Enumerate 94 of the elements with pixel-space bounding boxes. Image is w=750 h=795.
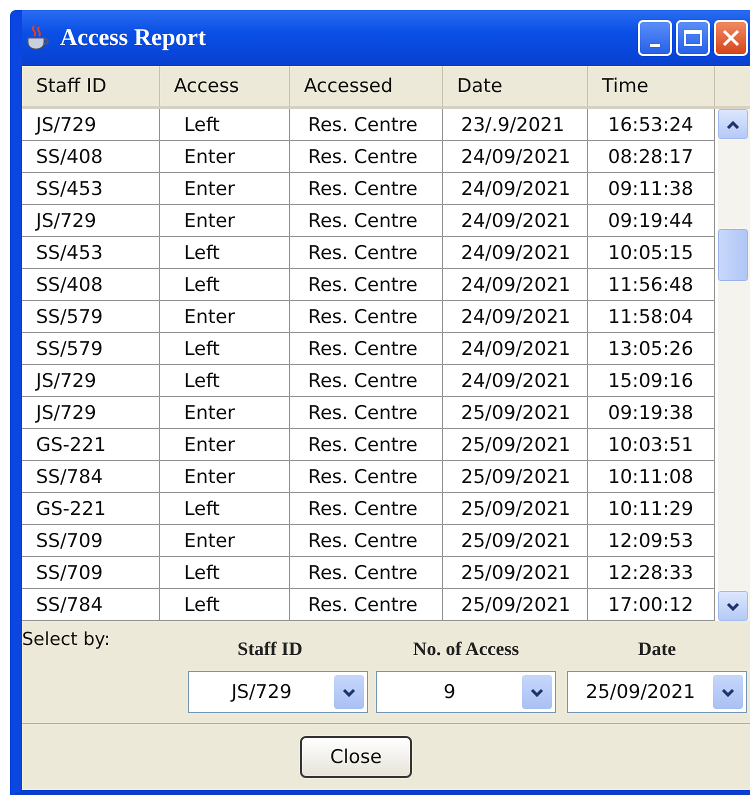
table-cell: 25/09/2021 [443,397,588,429]
table-cell: SS/579 [22,301,160,333]
table-cell: Res. Centre [290,365,443,397]
table-cell: JS/729 [22,109,160,141]
table-cell: 25/09/2021 [443,461,588,493]
table-cell: 24/09/2021 [443,173,588,205]
table-cell: Res. Centre [290,589,443,621]
close-icon [721,28,741,48]
table-cell: GS-221 [22,493,160,525]
table-cell: Left [160,333,290,365]
table-cell: Res. Centre [290,173,443,205]
table-cell: Res. Centre [290,333,443,365]
dropdown[interactable]: JS/729 [188,671,368,713]
table-cell: Enter [160,525,290,557]
dropdown[interactable]: 9 [376,671,556,713]
filter-label: Date [638,638,676,661]
table-cell: Res. Centre [290,493,443,525]
table-cell: Res. Centre [290,557,443,589]
table-cell: SS/408 [22,269,160,301]
table-cell: Res. Centre [290,461,443,493]
table-cell: Res. Centre [290,269,443,301]
maximize-button[interactable] [676,20,710,56]
minimize-button[interactable] [638,20,672,56]
table-cell: SS/408 [22,141,160,173]
table-cell: Enter [160,429,290,461]
scroll-down-button[interactable] [718,591,748,621]
table-cell: Left [160,493,290,525]
table-cell: Left [160,365,290,397]
column-header[interactable]: Accessed [290,66,443,109]
table-cell: GS-221 [22,429,160,461]
table-cell: SS/453 [22,237,160,269]
table-cell: 25/09/2021 [443,557,588,589]
table-cell: Res. Centre [290,109,443,141]
scroll-up-button[interactable] [718,109,748,139]
table-cell: SS/579 [22,333,160,365]
chevron-down-icon [342,688,356,696]
table-cell: JS/729 [22,397,160,429]
chevron-down-icon [530,688,544,696]
chevron-down-icon [726,602,740,610]
table-cell: Left [160,109,290,141]
table-cell: 24/09/2021 [443,269,588,301]
table-cell: 25/09/2021 [443,493,588,525]
table-cell: Res. Centre [290,429,443,461]
table-cell: Enter [160,301,290,333]
table-cell: Enter [160,173,290,205]
table-cell: Enter [160,397,290,429]
chevron-up-icon [726,120,740,128]
close-button[interactable]: Close [300,736,412,778]
window-title: Access Report [60,24,206,52]
table-cell: Res. Centre [290,301,443,333]
table-cell: Enter [160,141,290,173]
column-header[interactable]: Staff ID [22,66,160,109]
dropdown[interactable]: 25/09/2021 [567,671,747,713]
table-cell: Enter [160,205,290,237]
scroll-thumb[interactable] [718,229,748,281]
close-icon-button[interactable] [714,20,748,56]
table-cell: Res. Centre [290,141,443,173]
filter-label: No. of Access [412,638,520,661]
table-cell: Res. Centre [290,397,443,429]
table-cell: JS/729 [22,205,160,237]
filter-label: Staff ID [238,638,302,661]
table-cell: Left [160,269,290,301]
minimize-icon [650,44,660,46]
scrollbar[interactable] [718,109,750,621]
table-cell: Res. Centre [290,205,443,237]
table-cell: SS/709 [22,525,160,557]
table-cell: Res. Centre [290,525,443,557]
table-cell: 24/09/2021 [443,205,588,237]
table-cell: Left [160,589,290,621]
table-cell: 24/09/2021 [443,365,588,397]
table-cell: SS/453 [22,173,160,205]
select-by-label: Select by: [22,629,112,650]
table-cell: 23/.9/2021 [443,109,588,141]
column-header[interactable]: Date [443,66,588,109]
table-cell: 24/09/2021 [443,141,588,173]
table-cell: 25/09/2021 [443,589,588,621]
table-cell: SS/784 [22,461,160,493]
table-cell: 25/09/2021 [443,429,588,461]
table-cell: Enter [160,461,290,493]
table-cell: SS/709 [22,557,160,589]
table-cell: Left [160,557,290,589]
header-corner [715,66,750,109]
table-cell: 25/09/2021 [443,525,588,557]
table-cell: SS/784 [22,589,160,621]
table-cell: Res. Centre [290,237,443,269]
table-cell: 24/09/2021 [443,237,588,269]
chevron-down-icon [721,688,735,696]
table-cell: 24/09/2021 [443,301,588,333]
table-cell: 24/09/2021 [443,333,588,365]
maximize-icon [683,29,703,47]
table-cell: JS/729 [22,365,160,397]
column-header[interactable]: Time [588,66,715,109]
column-header[interactable]: Access [160,66,290,109]
table-cell: Left [160,237,290,269]
